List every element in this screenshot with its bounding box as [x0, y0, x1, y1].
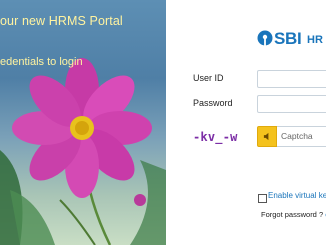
password-label: Password	[193, 98, 233, 108]
speaker-icon	[263, 132, 268, 141]
virtual-keyboard-label[interactable]: Enable virtual key	[268, 191, 326, 200]
captcha-audio-button[interactable]	[257, 126, 277, 147]
captcha-image: -kv_-w	[193, 130, 238, 144]
sbi-keyhole-logo-icon	[257, 30, 273, 46]
password-input[interactable]	[257, 95, 326, 113]
sbi-keyhole-logo-icon	[91, 29, 161, 51]
forgot-password-row: Forgot password ? c	[261, 210, 326, 219]
promo-headline: our new HRMS Portal	[0, 14, 123, 28]
user-id-label: User ID	[193, 73, 224, 83]
promo-subline: edentials to login	[0, 56, 83, 68]
captcha-input[interactable]: Captcha	[277, 126, 326, 147]
brand-suffix: HR	[307, 34, 323, 46]
brand-name: SBI	[274, 29, 302, 48]
virtual-keyboard-checkbox[interactable]	[258, 194, 267, 203]
forgot-password-text: Forgot password ?	[261, 210, 324, 219]
user-id-input[interactable]	[257, 70, 326, 88]
